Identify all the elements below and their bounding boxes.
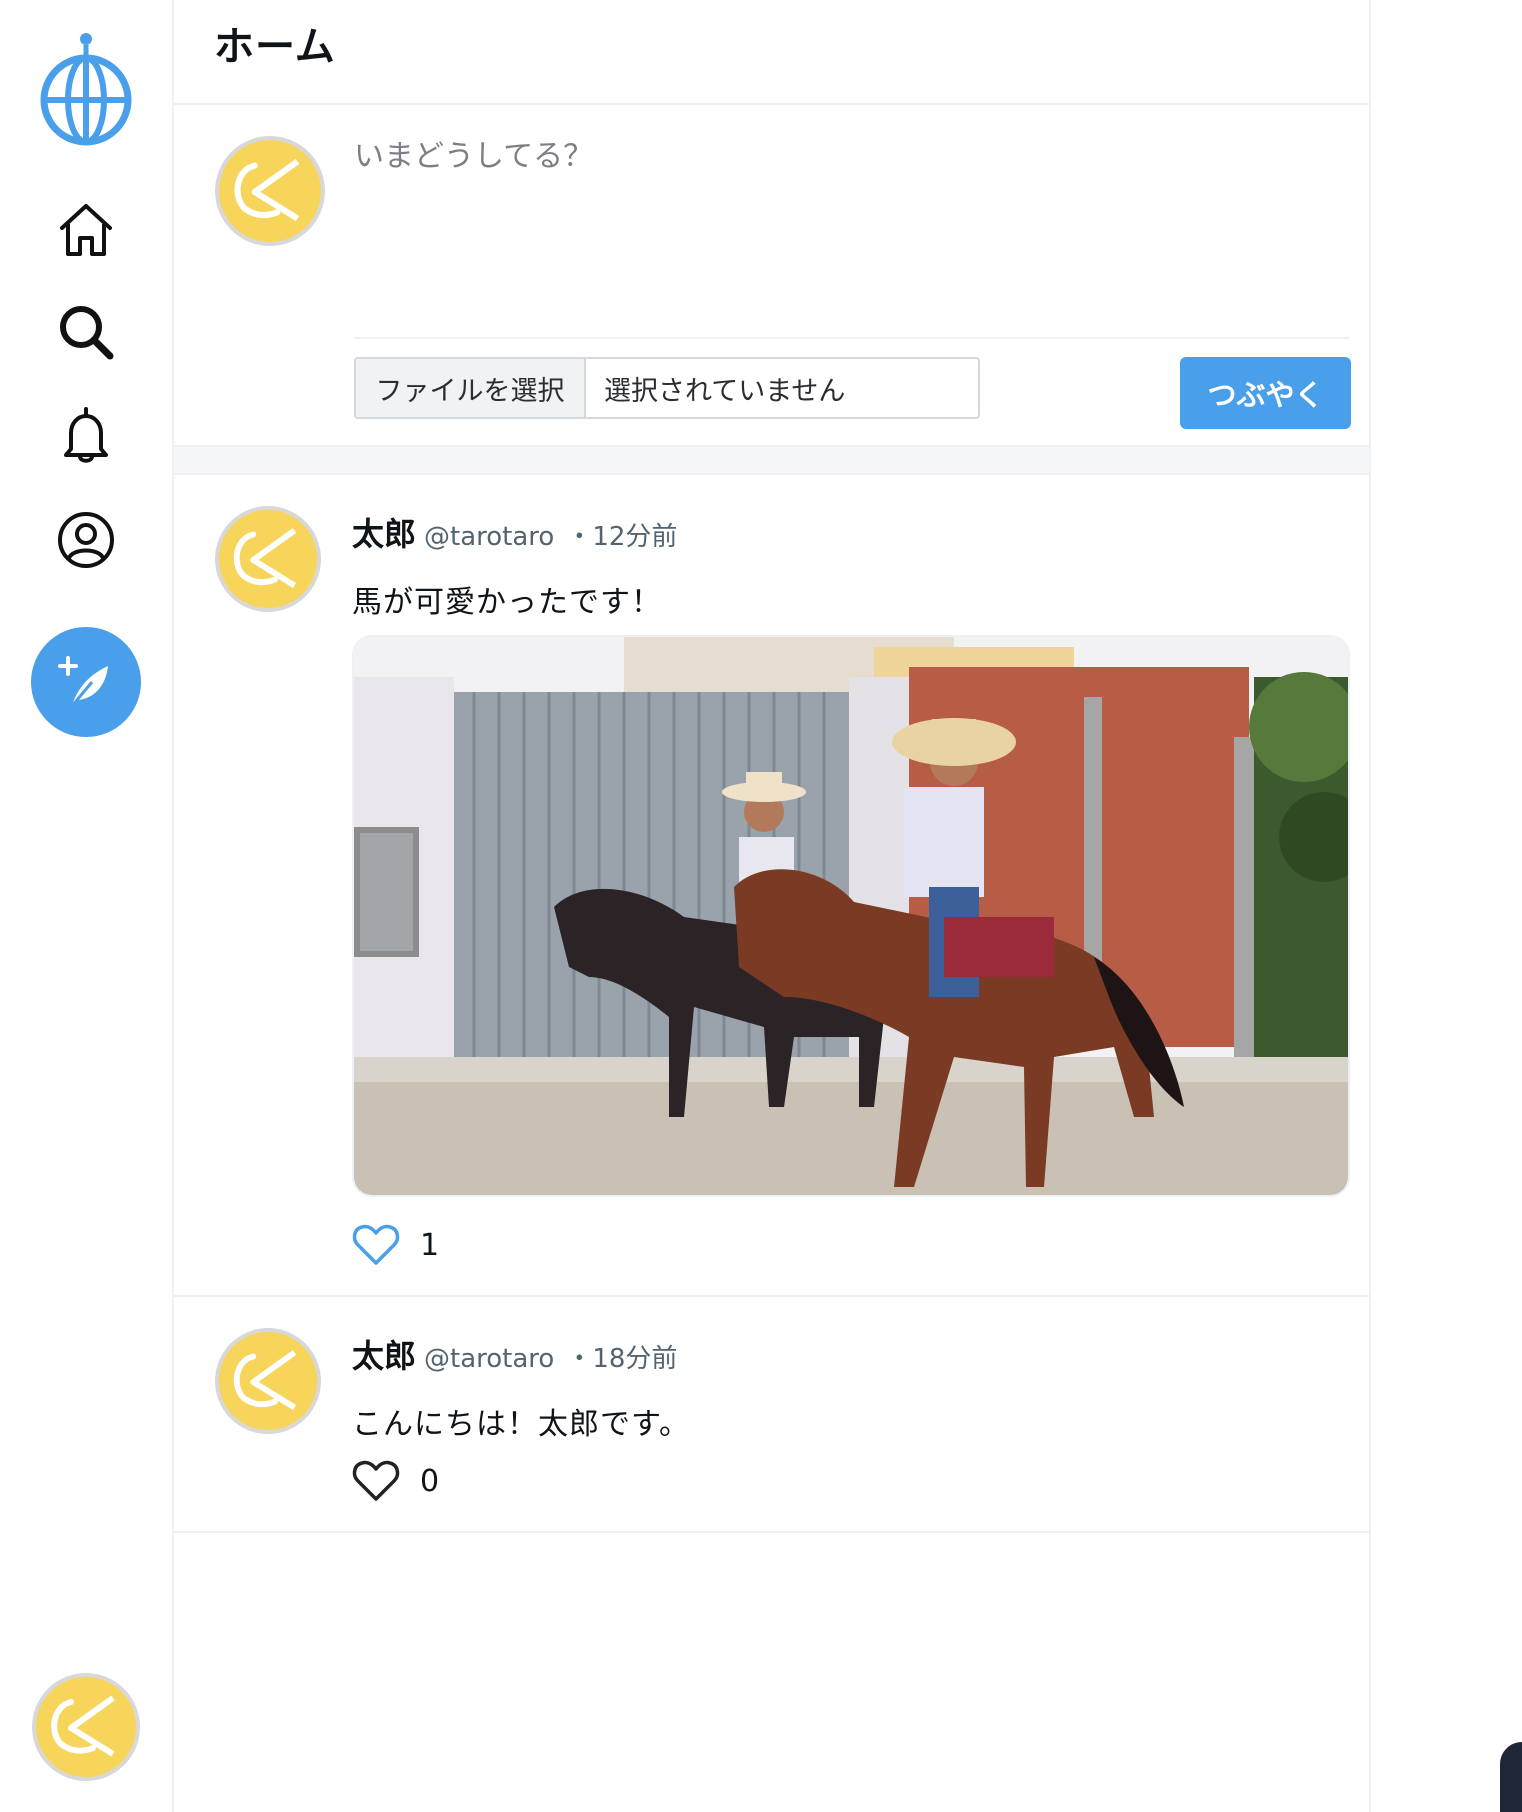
heart-icon [352,1224,400,1265]
page-header: ホーム [174,0,1369,105]
like-button[interactable]: 0 [352,1459,439,1503]
choose-file-button[interactable]: ファイルを選択 [356,359,586,417]
compose-button[interactable] [31,627,141,737]
feed-separator [174,447,1369,475]
post-author-name[interactable]: 太郎 [352,1331,416,1377]
avatar[interactable] [214,135,326,247]
like-button[interactable]: 1 [352,1223,439,1267]
heart-icon [352,1460,400,1501]
search-icon[interactable] [46,292,126,372]
home-icon[interactable] [46,190,126,270]
post-timestamp: ・18分前 [566,1344,678,1374]
account-avatar[interactable] [31,1672,141,1782]
avatar[interactable] [214,1327,322,1435]
post-text: こんにちは！太郎です。 [352,1407,690,1442]
composer-divider [354,337,1349,339]
post-image[interactable] [352,635,1350,1197]
tweet-composer: ファイルを選択 選択されていません つぶやく [174,105,1369,447]
avatar[interactable] [214,505,322,613]
post-item[interactable]: 太郎 @tarotaro ・18分前 こんにちは！太郎です。 0 [174,1297,1369,1533]
post-author-name[interactable]: 太郎 [352,509,416,555]
like-count: 1 [420,1227,440,1263]
globe-logo-icon[interactable] [36,30,136,148]
post-item[interactable]: 太郎 @tarotaro ・12分前 馬が可愛かったです！ 1 [174,475,1369,1297]
post-author-handle[interactable]: @tarotaro [424,1344,554,1374]
tweet-submit-button[interactable]: つぶやく [1180,357,1351,429]
post-meta: 太郎 @tarotaro ・18分前 [352,1331,677,1377]
user-icon[interactable] [46,500,126,580]
page-title: ホーム [214,23,336,70]
bell-icon[interactable] [46,395,126,475]
post-timestamp: ・12分前 [566,522,678,552]
file-status: 選択されていません [604,375,846,407]
left-navigation [0,0,172,1812]
window-corner [1500,1742,1522,1812]
file-picker[interactable]: ファイルを選択 選択されていません [354,357,980,419]
post-author-handle[interactable]: @tarotaro [424,522,554,552]
tweet-input[interactable] [354,131,1349,329]
main-timeline: ホーム ファイルを選択 選択されていません つぶやく 太郎 [172,0,1371,1812]
like-count: 0 [420,1463,440,1499]
post-meta: 太郎 @tarotaro ・12分前 [352,509,677,555]
feather-plus-icon [58,656,108,707]
post-text: 馬が可愛かったです！ [352,585,662,620]
